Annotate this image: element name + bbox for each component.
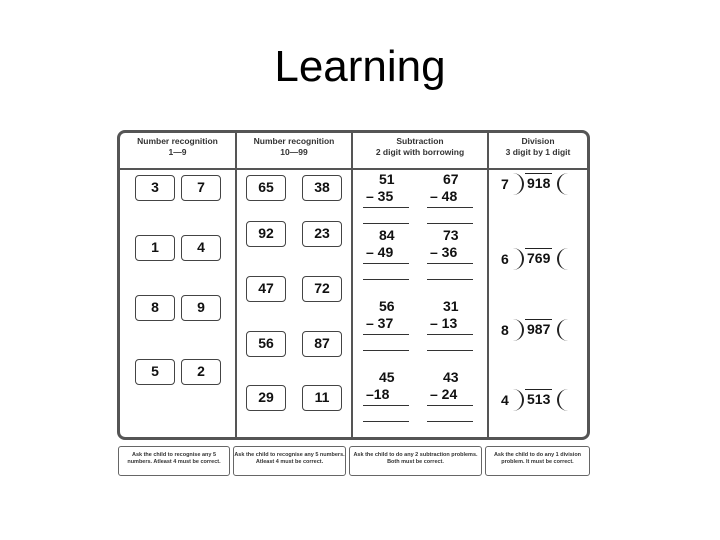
subtrahend: – 49 bbox=[363, 244, 409, 264]
column-subtitle: 1—9 bbox=[168, 147, 187, 157]
divisor: 8 bbox=[501, 322, 509, 338]
division-bracket bbox=[512, 248, 524, 270]
subtrahend: – 24 bbox=[427, 386, 473, 406]
column-header: Number recognition 1—9 bbox=[120, 133, 235, 170]
number-box: 72 bbox=[302, 276, 342, 302]
answer-line bbox=[427, 264, 473, 280]
column-subtraction: Subtraction 2 digit with borrowing 51 – … bbox=[351, 133, 487, 437]
division-cap bbox=[557, 319, 569, 341]
number-box: 3 bbox=[135, 175, 175, 201]
instruction-box: Ask the child to do any 1 division probl… bbox=[485, 446, 590, 476]
divisor: 4 bbox=[501, 392, 509, 408]
answer-line bbox=[427, 406, 473, 422]
subtrahend: –18 bbox=[363, 386, 409, 406]
column-title: Number recognition bbox=[137, 136, 218, 146]
column-subtitle: 10—99 bbox=[280, 147, 308, 157]
number-box: 47 bbox=[246, 276, 286, 302]
assessment-sheet: Number recognition 1—9 3 7 1 4 8 9 5 2 N… bbox=[117, 130, 590, 440]
column-title: Division bbox=[521, 136, 555, 146]
number-box: 11 bbox=[302, 385, 342, 411]
minuend: 43 bbox=[443, 369, 459, 385]
subtrahend: – 36 bbox=[427, 244, 473, 264]
answer-line bbox=[427, 335, 473, 351]
division-bracket bbox=[512, 389, 524, 411]
number-box: 5 bbox=[135, 359, 175, 385]
minuend: 67 bbox=[443, 171, 459, 187]
number-box: 65 bbox=[246, 175, 286, 201]
division-problem: 4 513 bbox=[501, 389, 571, 413]
subtrahend: – 35 bbox=[363, 188, 409, 208]
divisor: 7 bbox=[501, 176, 509, 192]
number-box: 8 bbox=[135, 295, 175, 321]
instruction-box: Ask the child to recognise any 5 numbers… bbox=[118, 446, 230, 476]
answer-line bbox=[427, 208, 473, 224]
column-title: Number recognition bbox=[253, 136, 335, 146]
answer-line bbox=[363, 264, 409, 280]
minuend: 31 bbox=[443, 298, 459, 314]
column-header: Division 3 digit by 1 digit bbox=[489, 133, 587, 170]
minuend: 73 bbox=[443, 227, 459, 243]
number-box: 23 bbox=[302, 221, 342, 247]
column-title: Subtraction bbox=[396, 136, 444, 146]
number-box: 92 bbox=[246, 221, 286, 247]
number-box: 38 bbox=[302, 175, 342, 201]
number-box: 29 bbox=[246, 385, 286, 411]
instruction-box: Ask the child to do any 2 subtraction pr… bbox=[349, 446, 482, 476]
dividend: 918 bbox=[525, 173, 553, 191]
subtraction-problem: 73 – 36 bbox=[427, 227, 473, 280]
subtraction-problem: 45 –18 bbox=[363, 369, 409, 422]
subtraction-problem: 67 – 48 bbox=[427, 171, 473, 224]
number-box: 1 bbox=[135, 235, 175, 261]
column-header: Subtraction 2 digit with borrowing bbox=[353, 133, 487, 170]
subtrahend: – 48 bbox=[427, 188, 473, 208]
answer-line bbox=[363, 335, 409, 351]
division-problem: 7 918 bbox=[501, 173, 571, 197]
division-bracket bbox=[512, 173, 524, 195]
column-subtitle: 2 digit with borrowing bbox=[375, 147, 465, 157]
number-box: 7 bbox=[181, 175, 221, 201]
division-cap bbox=[557, 248, 569, 270]
answer-line bbox=[363, 208, 409, 224]
column-number-recognition-10-99: Number recognition 10—99 65 38 92 23 47 … bbox=[235, 133, 351, 437]
subtraction-problem: 43 – 24 bbox=[427, 369, 473, 422]
minuend: 56 bbox=[379, 298, 395, 314]
number-box: 9 bbox=[181, 295, 221, 321]
subtraction-problem: 51 – 35 bbox=[363, 171, 409, 224]
instruction-box: Ask the child to recognise any 5 numbers… bbox=[233, 446, 346, 476]
column-number-recognition-1-9: Number recognition 1—9 3 7 1 4 8 9 5 2 bbox=[120, 133, 235, 437]
number-box: 4 bbox=[181, 235, 221, 261]
division-cap bbox=[557, 389, 569, 411]
column-header: Number recognition 10—99 bbox=[237, 133, 351, 170]
column-subtitle: 3 digit by 1 digit bbox=[505, 147, 571, 157]
dividend: 513 bbox=[525, 389, 553, 407]
dividend: 769 bbox=[525, 248, 553, 266]
division-cap bbox=[557, 173, 569, 195]
divisor: 6 bbox=[501, 251, 509, 267]
answer-line bbox=[363, 406, 409, 422]
dividend: 987 bbox=[525, 319, 553, 337]
minuend: 51 bbox=[379, 171, 395, 187]
subtraction-problem: 31 – 13 bbox=[427, 298, 473, 351]
number-box: 56 bbox=[246, 331, 286, 357]
minuend: 84 bbox=[379, 227, 395, 243]
subtraction-problem: 56 – 37 bbox=[363, 298, 409, 351]
subtrahend: – 37 bbox=[363, 315, 409, 335]
number-box: 87 bbox=[302, 331, 342, 357]
minuend: 45 bbox=[379, 369, 395, 385]
division-bracket bbox=[512, 319, 524, 341]
subtrahend: – 13 bbox=[427, 315, 473, 335]
number-box: 2 bbox=[181, 359, 221, 385]
division-problem: 8 987 bbox=[501, 319, 571, 343]
subtraction-problem: 84 – 49 bbox=[363, 227, 409, 280]
slide-title: Learning bbox=[274, 42, 446, 91]
division-problem: 6 769 bbox=[501, 248, 571, 272]
column-division: Division 3 digit by 1 digit 7 918 6 769 … bbox=[487, 133, 587, 437]
